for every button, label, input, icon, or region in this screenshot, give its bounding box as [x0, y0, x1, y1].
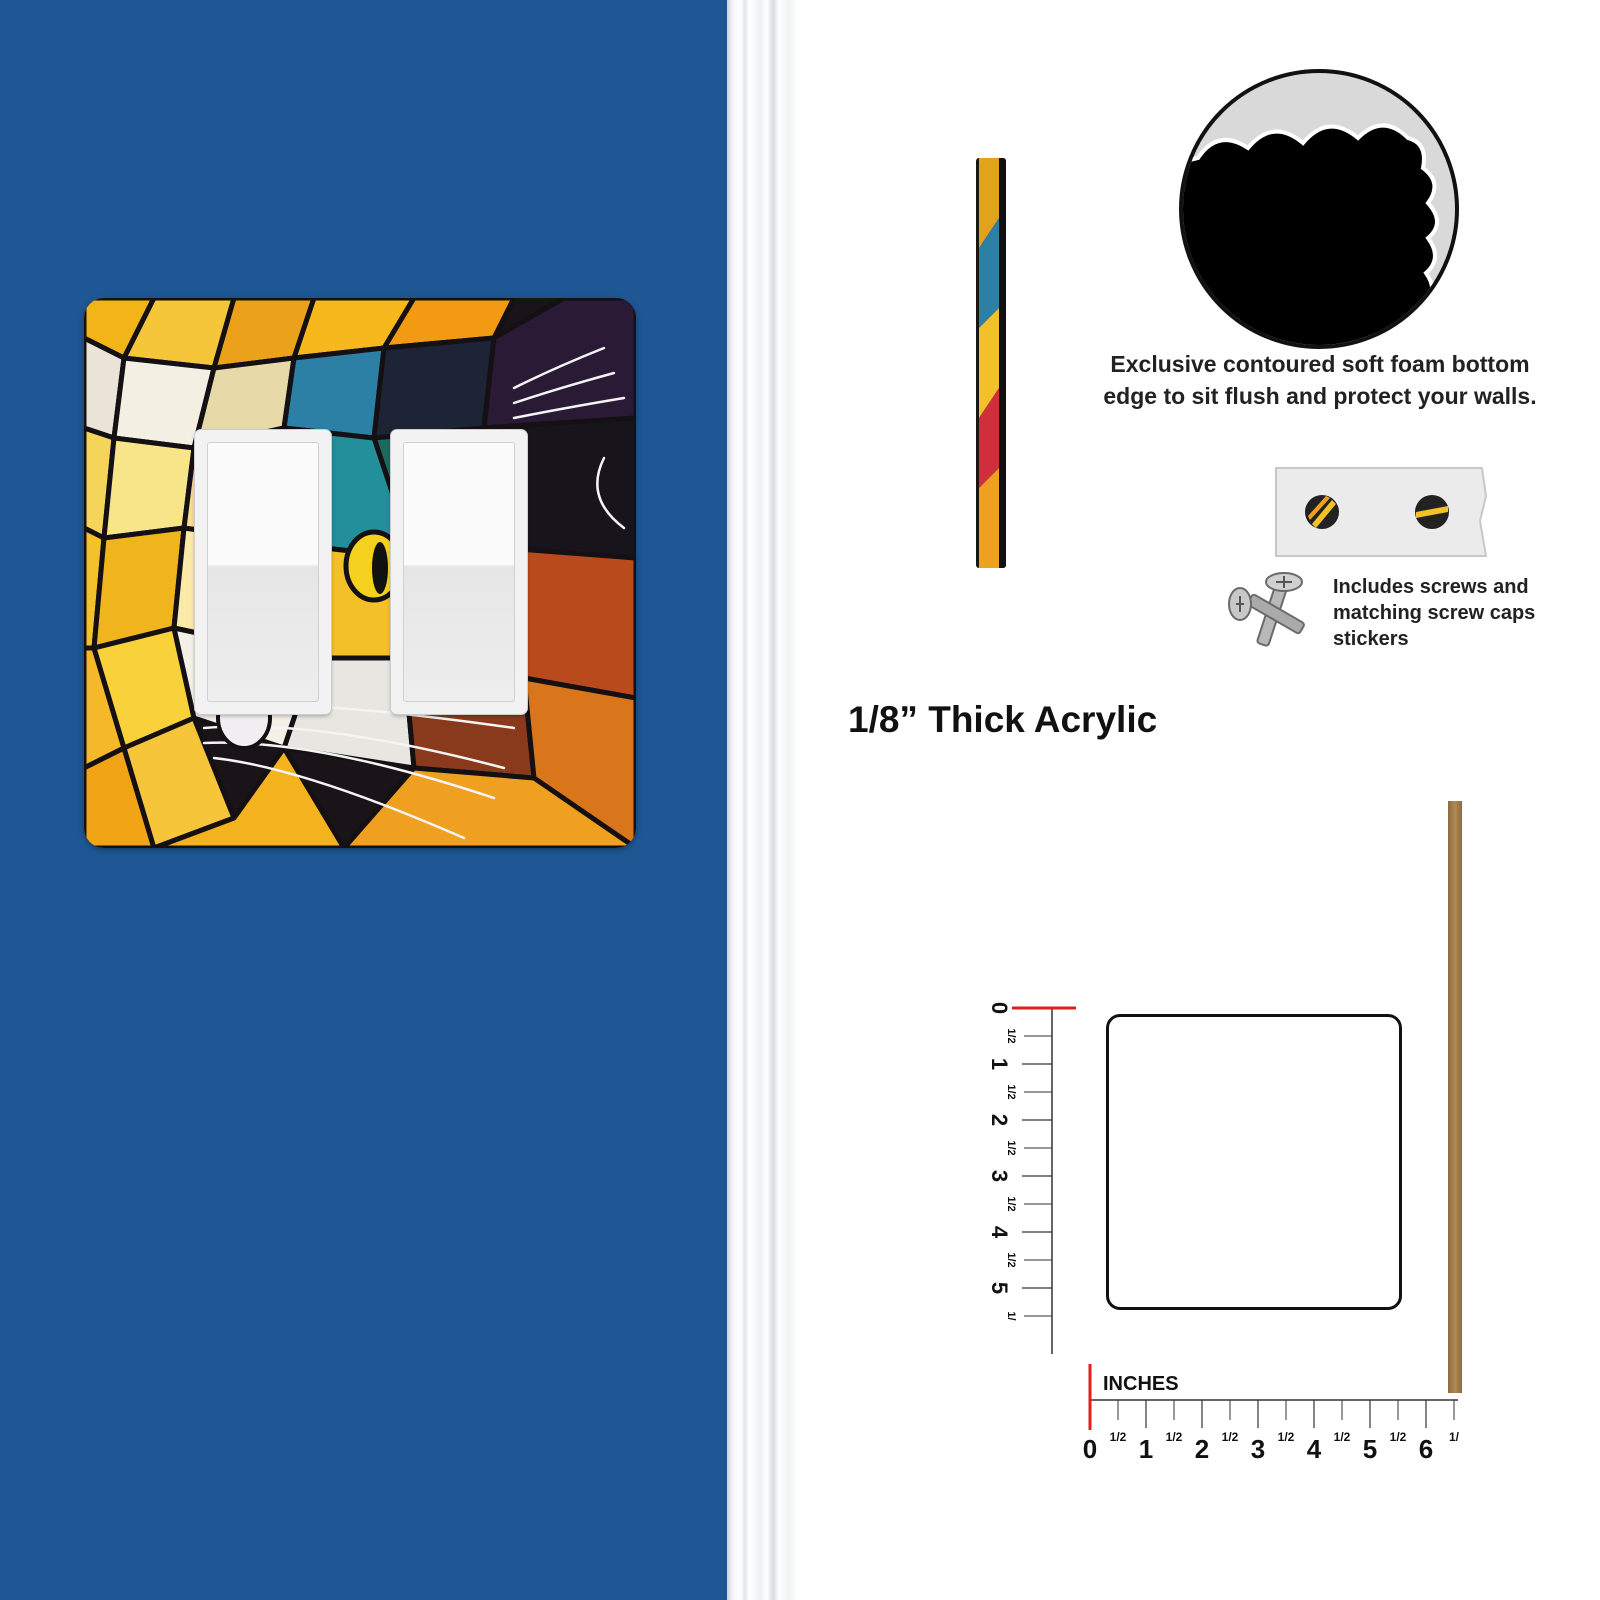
vertical-half-label: 1/2: [1005, 1084, 1017, 1099]
screw-cap-sticker-strip: [1274, 466, 1488, 558]
horizontal-half-label: 1/: [1449, 1430, 1460, 1444]
screws-icon: [1226, 570, 1312, 662]
stained-glass-cat-cover-plate: [84, 298, 636, 848]
vertical-half-label: 1/2: [1005, 1028, 1017, 1043]
foam-edge-closeup: [1178, 68, 1460, 350]
screws-description: Includes screws and matching screw caps …: [1333, 576, 1536, 650]
horizontal-inch-label: 0: [1083, 1434, 1097, 1464]
horizontal-inch-label: 6: [1419, 1434, 1433, 1464]
horizontal-half-label: 1/2: [1278, 1430, 1295, 1444]
horizontal-inch-label: 3: [1251, 1434, 1265, 1464]
vertical-inch-label: 1: [987, 1058, 1012, 1070]
horizontal-half-label: 1/2: [1222, 1430, 1239, 1444]
horizontal-half-label: 1/2: [1110, 1430, 1127, 1444]
vertical-inch-label: 5: [987, 1282, 1012, 1294]
rocker-paddle-left[interactable]: [207, 442, 319, 702]
stained-glass-cat-artwork: [84, 298, 636, 848]
door-molding: [727, 0, 797, 1600]
horizontal-inch-label: 5: [1363, 1434, 1377, 1464]
rocker-switch-left[interactable]: [195, 430, 331, 714]
vertical-half-label: 1/2: [1005, 1252, 1017, 1267]
vertical-inch-label: 2: [987, 1114, 1012, 1126]
rocker-switch-right[interactable]: [391, 430, 527, 714]
horizontal-half-label: 1/2: [1390, 1430, 1407, 1444]
plate-outline: [1106, 1014, 1402, 1310]
plate-thickness-edge: [1448, 801, 1462, 1393]
foam-edge-description: Exclusive contoured soft foam bottom edg…: [1103, 351, 1537, 409]
vertical-inch-label: 3: [987, 1170, 1012, 1182]
horizontal-half-label: 1/2: [1166, 1430, 1183, 1444]
horizontal-inch-label: 1: [1139, 1434, 1153, 1464]
vertical-inch-label: 0: [987, 1002, 1012, 1014]
rocker-paddle-right[interactable]: [403, 442, 515, 702]
horizontal-inch-label: 2: [1195, 1434, 1209, 1464]
vertical-half-label: 1/2: [1005, 1140, 1017, 1155]
plate-side-edge: [976, 158, 1006, 568]
ruler-unit-label: INCHES: [1103, 1373, 1179, 1395]
horizontal-inch-label: 4: [1307, 1434, 1322, 1464]
horizontal-half-label: 1/2: [1334, 1430, 1351, 1444]
vertical-half-label: 1/2: [1005, 1196, 1017, 1211]
vertical-half-label: 1/: [1005, 1311, 1017, 1320]
thickness-label: 1/8” Thick Acrylic: [848, 699, 1158, 740]
vertical-inch-label: 4: [987, 1226, 1012, 1239]
